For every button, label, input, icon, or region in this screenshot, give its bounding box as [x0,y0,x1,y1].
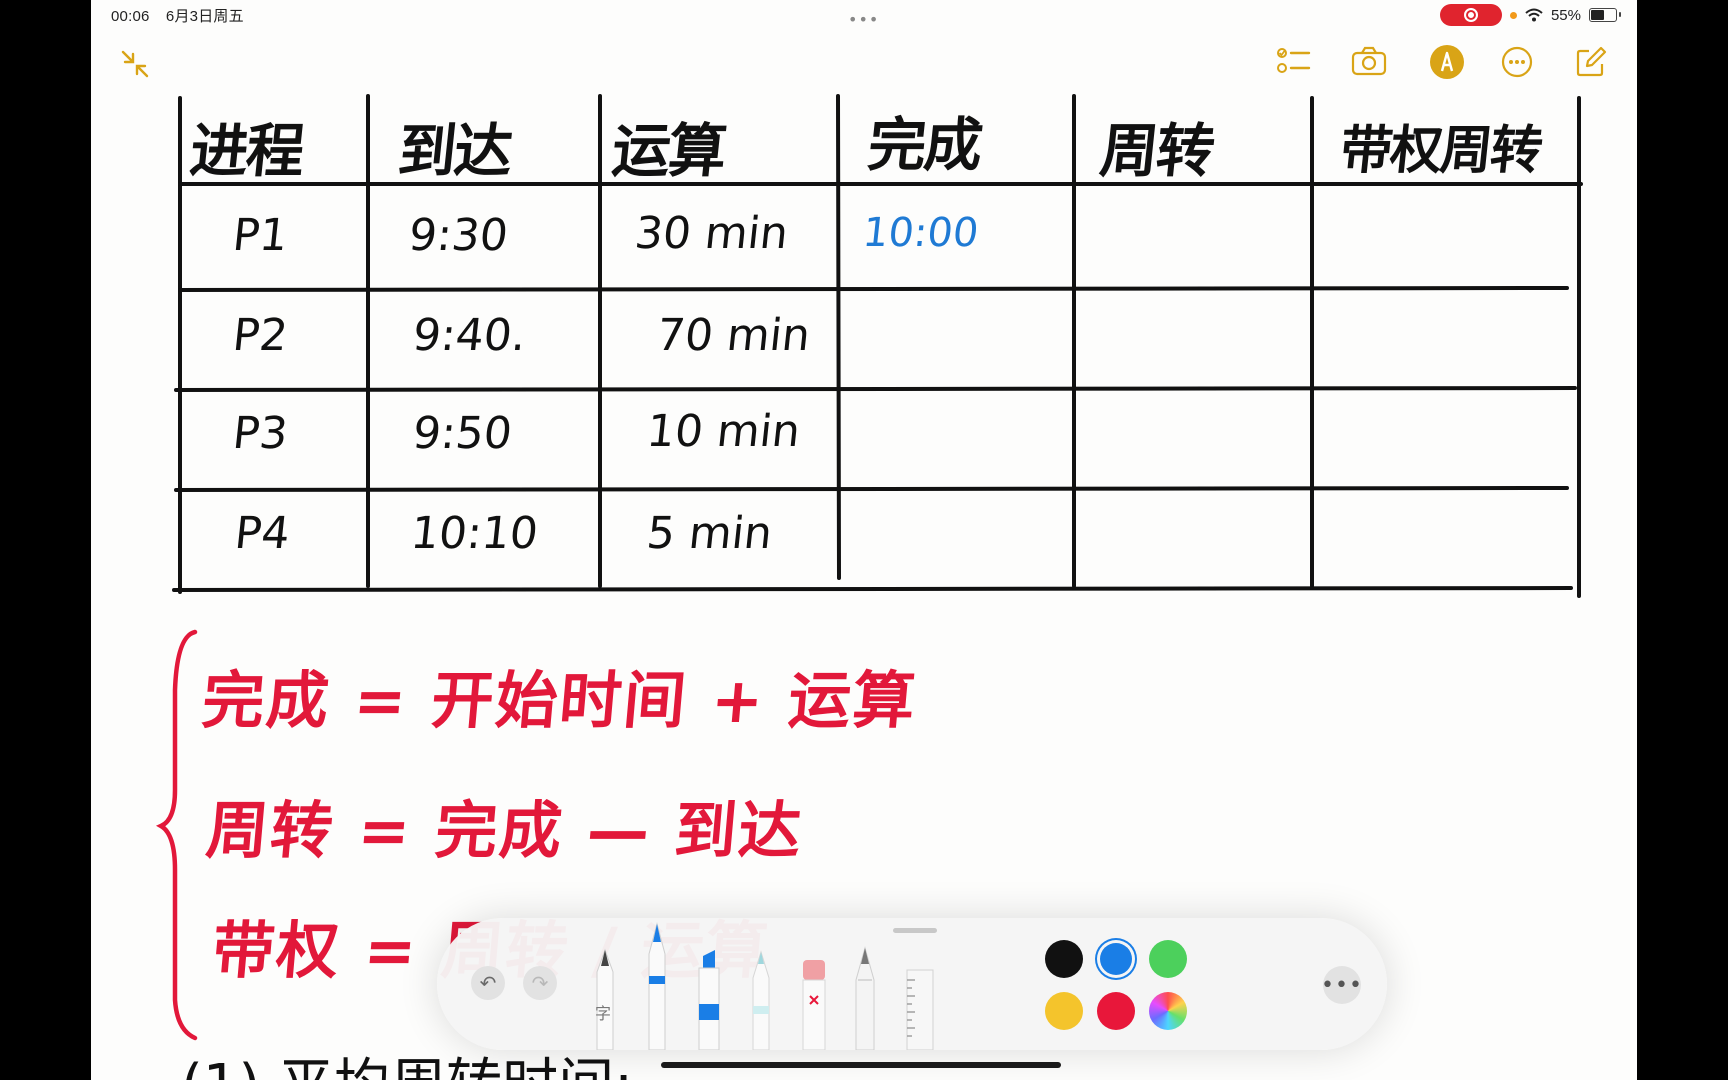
cell-process: P1 [230,210,291,261]
formula-turnaround: 周转 = 完成 — 到达 [203,794,807,867]
header-finish: 完成 [864,111,985,179]
pencil-fine-tool[interactable] [741,928,781,1051]
color-red-swatch[interactable] [1097,992,1135,1030]
fine-pencil-icon [752,950,770,1051]
color-green-swatch[interactable] [1149,940,1187,978]
cell-arrival: 9:40. [410,310,529,361]
cell-run: 30 min [632,208,791,259]
marker-tool[interactable] [689,928,729,1051]
cell-arrival: 9:30 [406,210,511,261]
text-tool-label: 字 [595,1004,612,1023]
header-weighted-turnaround: 带权周转 [1337,121,1544,181]
cell-arrival: 9:50 [410,408,515,459]
cell-run: 70 min [654,310,813,361]
redo-button[interactable]: ↷ [523,966,557,1000]
header-process: 进程 [186,117,307,185]
palette-more-button[interactable]: ••• [1321,966,1362,1004]
pen-icon [648,922,666,1051]
pencil-tool-palette: ↶ ↷ 字 ••• [437,918,1387,1051]
formula-brace [155,629,198,1041]
text-pen-icon [596,948,614,1051]
color-picker-icon[interactable] [1149,992,1187,1030]
pencil-icon [855,946,875,1051]
formula-finish: 完成 = 开始时间 + 运算 [199,664,920,737]
cell-process: P2 [230,310,291,361]
header-run: 运算 [608,117,729,185]
header-turnaround: 周转 [1096,117,1217,185]
cell-run: 5 min [644,508,775,559]
color-yellow-swatch[interactable] [1045,992,1083,1030]
header-arrival: 到达 [394,117,515,185]
ruler-icon [906,969,934,1051]
color-black-swatch[interactable] [1045,940,1083,978]
cell-process: P4 [232,508,293,559]
ruler-tool[interactable] [899,928,939,1051]
marker-icon [698,950,720,1051]
undo-button[interactable]: ↶ [471,966,505,1000]
cell-finish: 10:00 [860,210,981,256]
home-indicator[interactable] [661,1062,1061,1068]
pen-tool[interactable] [637,914,677,1051]
cell-run: 10 min [644,406,803,457]
text-pen-tool[interactable]: 字 [585,928,625,1051]
cell-process: P3 [230,408,291,459]
pencil-tool[interactable] [845,928,885,1051]
eraser-icon [802,960,826,1051]
notes-screen: 00:06 6月3日周五 ••• 55% 进程 到达 运算 完成 周转 带权周转… [91,0,1637,1080]
eraser-tool[interactable] [793,928,833,1051]
cell-arrival: 10:10 [408,508,541,559]
color-blue-swatch[interactable] [1100,943,1132,975]
